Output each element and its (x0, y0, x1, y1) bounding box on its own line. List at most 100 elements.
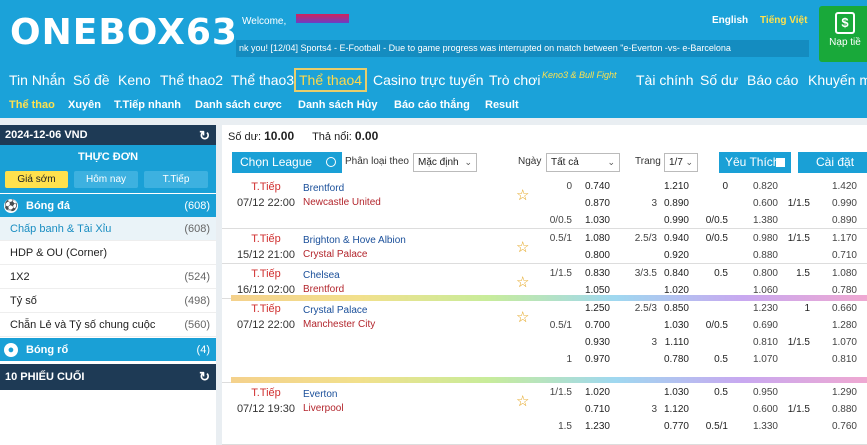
odds-value[interactable]: 0.930 (574, 334, 610, 351)
sidebar-item-corner[interactable]: HDP & OU (Corner) (0, 241, 216, 265)
nav-sports3[interactable]: Thể thao3 (231, 72, 294, 88)
odds-value[interactable]: 0.780 (657, 351, 689, 368)
odds-value[interactable]: 1.230 (730, 300, 778, 317)
odds-value[interactable]: 0.700 (574, 317, 610, 334)
odds-value[interactable]: 0.990 (657, 212, 689, 229)
sidebar-football[interactable]: ⚽ Bóng đá (608) (0, 193, 216, 217)
odds-value[interactable]: 0.660 (813, 300, 857, 317)
select-league-button[interactable]: Chọn League (232, 152, 342, 173)
refresh-icon[interactable]: ↻ (199, 126, 210, 146)
nav-finance[interactable]: Tài chính (636, 72, 694, 88)
odds-value[interactable]: 0.890 (813, 212, 857, 229)
subnav-win-report[interactable]: Báo cáo thắng (394, 99, 470, 111)
nav-lottery[interactable]: Số đề (73, 72, 110, 88)
sidebar-basketball[interactable]: ● Bóng rổ (4) (0, 337, 216, 361)
odds-value[interactable]: 1.170 (813, 230, 857, 247)
odds-value[interactable]: 1.030 (657, 317, 689, 334)
odds-value[interactable]: 1.280 (813, 317, 857, 334)
nav-keno3-bullfight[interactable]: Keno3 & Bull Fight (542, 70, 617, 80)
odds-value[interactable]: 1.420 (813, 178, 857, 195)
odds-value[interactable]: 1.020 (574, 384, 610, 401)
page-select[interactable]: 1/7 ⌄ (664, 153, 698, 172)
odds-value[interactable]: 0.810 (730, 334, 778, 351)
odds-value[interactable]: 0.600 (730, 401, 778, 418)
odds-value[interactable]: 1.210 (657, 178, 689, 195)
language-vietnamese-link[interactable]: Tiếng Việt (760, 15, 807, 26)
odds-value[interactable]: 1.070 (813, 334, 857, 351)
last-10-tickets[interactable]: 10 PHIẾU CUỐI ↻ (0, 364, 216, 390)
subnav-bet-list[interactable]: Danh sách cược (195, 99, 282, 111)
odds-value[interactable]: 1.070 (730, 351, 778, 368)
news-ticker[interactable]: nk you! [12/04] Sports4 - E-Football - D… (236, 40, 809, 57)
subnav-result[interactable]: Result (485, 99, 519, 111)
nav-messages[interactable]: Tin Nhắn (9, 72, 65, 88)
odds-value[interactable]: 0.970 (574, 351, 610, 368)
odds-value[interactable]: 0.600 (730, 195, 778, 212)
odds-value[interactable]: 0.770 (657, 418, 689, 435)
nav-keno[interactable]: Keno (118, 72, 151, 88)
sidebar-item-handicap-ou[interactable]: Chấp banh & Tài Xỉu (608) (0, 217, 216, 241)
odds-value[interactable]: 0.880 (813, 401, 857, 418)
odds-value[interactable]: 0.890 (657, 195, 689, 212)
odds-value[interactable]: 0.710 (574, 401, 610, 418)
odds-value[interactable]: 1.030 (657, 384, 689, 401)
nav-casino[interactable]: Casino trực tuyến (373, 72, 484, 88)
odds-value[interactable]: 1.110 (657, 334, 689, 351)
odds-value[interactable]: 1.330 (730, 418, 778, 435)
subnav-cancel-list[interactable]: Danh sách Hủy (298, 99, 377, 111)
odds-value[interactable]: 0.940 (657, 230, 689, 247)
nav-balance[interactable]: Số dư (700, 72, 738, 88)
odds-value[interactable]: 0.740 (574, 178, 610, 195)
sidebar-item-1x2[interactable]: 1X2 (524) (0, 265, 216, 289)
live-button[interactable]: T.Tiếp (144, 171, 208, 188)
odds-value[interactable]: 0.710 (813, 247, 857, 264)
odds-value[interactable]: 0.850 (657, 300, 689, 317)
odds-value[interactable]: 0.880 (730, 247, 778, 264)
nav-promotions[interactable]: Khuyến m (808, 72, 867, 88)
odds-value[interactable]: 1.380 (730, 212, 778, 229)
odds-value[interactable]: 0.800 (730, 265, 778, 282)
nav-sports2[interactable]: Thể thao2 (160, 72, 223, 88)
odds-value[interactable]: 1.120 (657, 401, 689, 418)
odds-value[interactable]: 0.820 (730, 178, 778, 195)
nav-games[interactable]: Trò chơi (489, 72, 540, 88)
subnav-parlay[interactable]: Xuyên (68, 99, 101, 111)
date-select[interactable]: Tất cả ⌄ (546, 153, 620, 172)
handicap-value: 0.5 (714, 354, 728, 365)
live-badge: T.Tiếp (251, 268, 281, 280)
language-english-link[interactable]: English (712, 15, 748, 26)
odds-value[interactable]: 1.030 (574, 212, 610, 229)
nav-sports4[interactable]: Thể thao4 (294, 68, 368, 92)
odds-value[interactable]: 1.250 (574, 300, 610, 317)
deposit-button[interactable]: $ Nạp tiề (819, 6, 867, 62)
odds-value[interactable]: 0.840 (657, 265, 689, 282)
checkbox-icon[interactable] (776, 158, 785, 167)
settings-button[interactable]: Cài đặt (798, 152, 867, 173)
subnav-sports[interactable]: Thể thao (9, 99, 55, 111)
refresh-icon[interactable]: ↻ (199, 364, 210, 390)
odds-value[interactable]: 0.990 (813, 195, 857, 212)
favorites-button[interactable]: Yêu Thích (719, 152, 791, 173)
home-team: Crystal Palace (303, 305, 368, 316)
odds-value[interactable]: 0.950 (730, 384, 778, 401)
odds-value[interactable]: 0.690 (730, 317, 778, 334)
sidebar-item-odd-even[interactable]: Chẵn Lẻ và Tỷ số chung cuộc (560) (0, 313, 216, 337)
sort-select[interactable]: Mặc định ⌄ (413, 153, 477, 172)
odds-value[interactable]: 0.830 (574, 265, 610, 282)
odds-value[interactable]: 0.800 (574, 247, 610, 264)
early-odds-button[interactable]: Giá sớm (5, 171, 68, 188)
sidebar-item-correct-score[interactable]: Tỷ số (498) (0, 289, 216, 313)
odds-value[interactable]: 1.080 (813, 265, 857, 282)
odds-value[interactable]: 1.230 (574, 418, 610, 435)
today-button[interactable]: Hôm nay (74, 171, 138, 188)
subnav-live-quick[interactable]: T.Tiếp nhanh (114, 99, 181, 111)
odds-value[interactable]: 0.920 (657, 247, 689, 264)
odds-value[interactable]: 0.870 (574, 195, 610, 212)
odds-value[interactable]: 0.980 (730, 230, 778, 247)
site-logo[interactable]: ONEBOX63 (10, 12, 238, 53)
odds-value[interactable]: 0.760 (813, 418, 857, 435)
nav-reports[interactable]: Báo cáo (747, 72, 798, 88)
odds-value[interactable]: 0.810 (813, 351, 857, 368)
odds-value[interactable]: 1.290 (813, 384, 857, 401)
odds-value[interactable]: 1.080 (574, 230, 610, 247)
